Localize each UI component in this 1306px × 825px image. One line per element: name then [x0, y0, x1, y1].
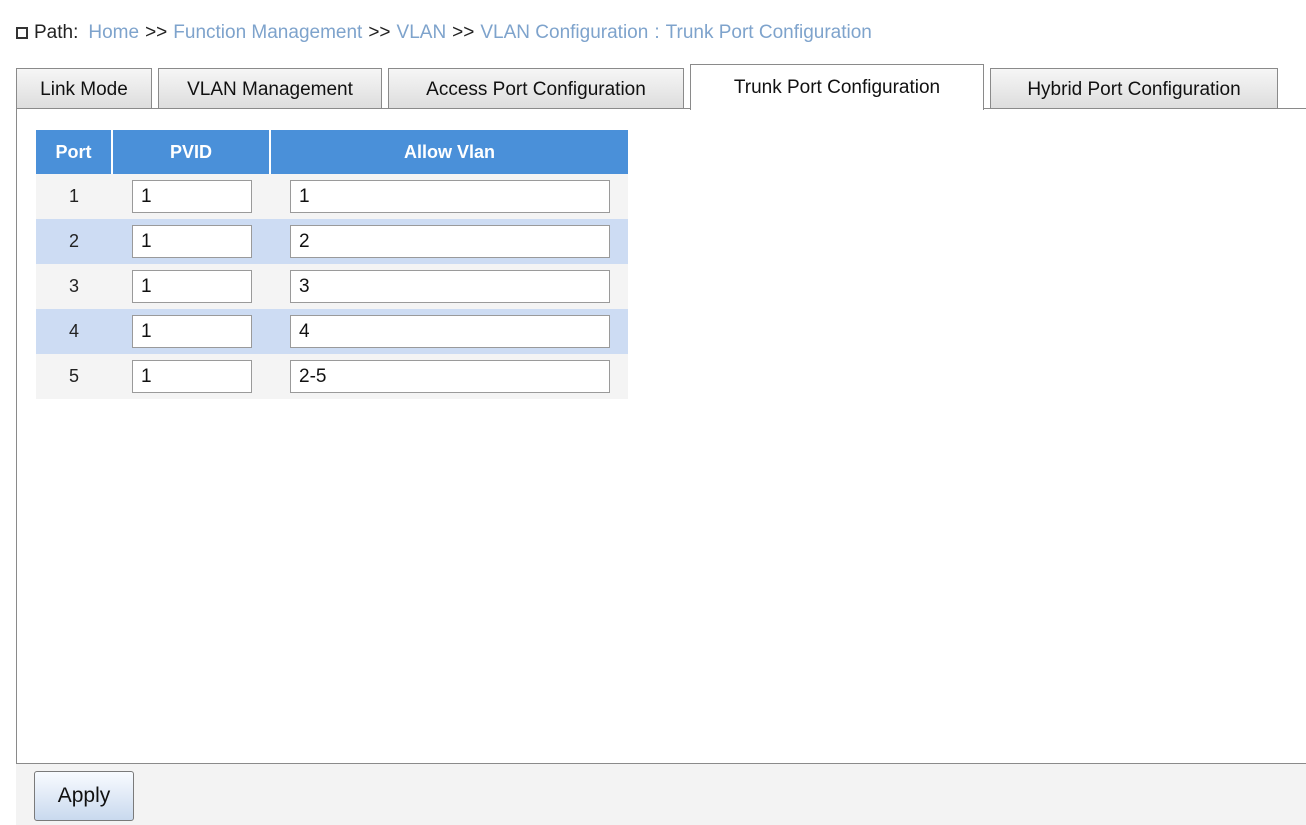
breadcrumb-separator: >> — [368, 22, 391, 43]
port-number: 5 — [36, 354, 112, 399]
pvid-input[interactable] — [132, 225, 252, 258]
table-row: 3 — [36, 264, 628, 309]
table-row: 2 — [36, 219, 628, 264]
breadcrumb-function-management[interactable]: Function Management — [173, 22, 362, 44]
tab-vlan-management[interactable]: VLAN Management — [158, 68, 382, 110]
breadcrumb-vlan[interactable]: VLAN — [397, 22, 447, 44]
table-row: 4 — [36, 309, 628, 354]
breadcrumb-separator: >> — [145, 22, 168, 43]
path-label: Path: — [34, 22, 79, 43]
breadcrumb: Path: Home >> Function Management >> VLA… — [16, 20, 872, 46]
allow-vlan-input[interactable] — [290, 180, 610, 213]
port-number: 2 — [36, 219, 112, 264]
pvid-input[interactable] — [132, 315, 252, 348]
allow-vlan-input[interactable] — [290, 225, 610, 258]
table-row: 1 — [36, 174, 628, 219]
port-number: 1 — [36, 174, 112, 219]
breadcrumb-separator: >> — [452, 22, 475, 43]
port-number: 3 — [36, 264, 112, 309]
breadcrumb-home[interactable]: Home — [88, 22, 139, 44]
pvid-input[interactable] — [132, 360, 252, 393]
table-header-row: Port PVID Allow Vlan — [36, 130, 628, 174]
tab-link-mode[interactable]: Link Mode — [16, 68, 152, 110]
column-header-allow-vlan: Allow Vlan — [270, 130, 628, 174]
apply-button[interactable]: Apply — [34, 771, 134, 821]
allow-vlan-input[interactable] — [290, 270, 610, 303]
tab-hybrid-port-configuration[interactable]: Hybrid Port Configuration — [990, 68, 1278, 110]
divider — [1268, 108, 1306, 109]
trunk-port-table: Port PVID Allow Vlan 1 2 3 4 5 — [36, 130, 628, 399]
allow-vlan-input[interactable] — [290, 360, 610, 393]
breadcrumb-vlan-configuration[interactable]: VLAN Configuration — [480, 22, 648, 44]
tab-bar: Link Mode VLAN Management Access Port Co… — [16, 64, 1284, 110]
column-header-port: Port — [36, 130, 113, 174]
allow-vlan-input[interactable] — [290, 315, 610, 348]
square-icon — [16, 27, 28, 39]
tab-trunk-port-configuration[interactable]: Trunk Port Configuration — [690, 64, 984, 110]
column-header-pvid: PVID — [112, 130, 271, 174]
pvid-input[interactable] — [132, 180, 252, 213]
pvid-input[interactable] — [132, 270, 252, 303]
tab-access-port-configuration[interactable]: Access Port Configuration — [388, 68, 684, 110]
footer-bar — [16, 764, 1306, 825]
breadcrumb-colon: : — [654, 22, 660, 43]
breadcrumb-current: Trunk Port Configuration — [665, 22, 872, 43]
port-number: 4 — [36, 309, 112, 354]
table-row: 5 — [36, 354, 628, 399]
